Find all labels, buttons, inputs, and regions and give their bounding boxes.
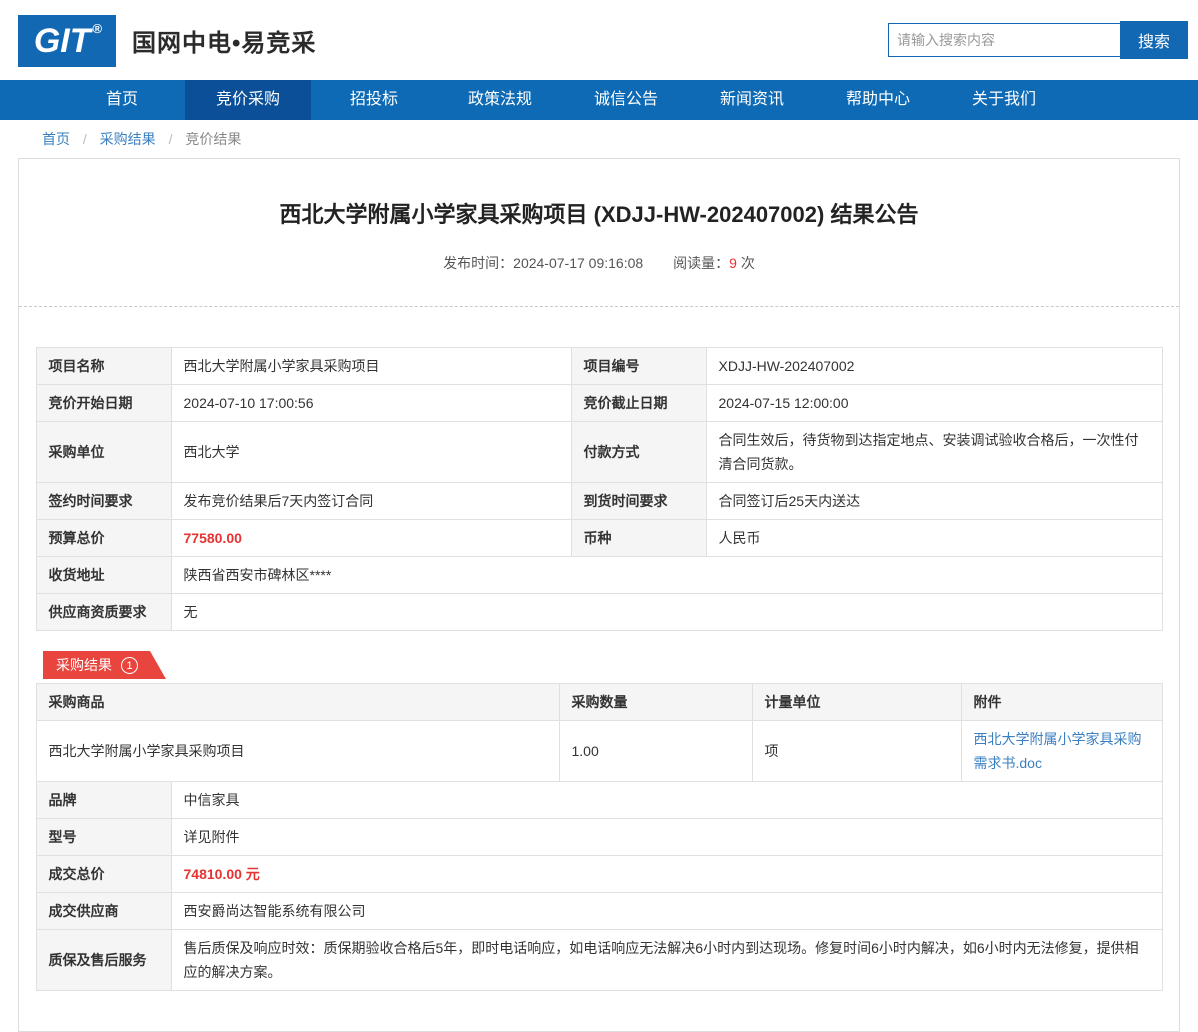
announcement-card: 西北大学附属小学家具采购项目 (XDJJ-HW-202407002) 结果公告 … (18, 158, 1180, 1032)
views-count: 9 (729, 255, 737, 271)
table-row: 竞价开始日期 2024-07-10 17:00:56 竞价截止日期 2024-0… (36, 385, 1162, 422)
nav-item-policies[interactable]: 政策法规 (437, 80, 563, 120)
nav-item-tenders[interactable]: 招投标 (311, 80, 437, 120)
table-row: 签约时间要求 发布竞价结果后7天内签订合同 到货时间要求 合同签订后25天内送达 (36, 483, 1162, 520)
column-header: 采购商品 (36, 684, 559, 721)
field-label: 币种 (571, 520, 706, 557)
product-name: 西北大学附属小学家具采购项目 (36, 721, 559, 782)
breadcrumb-separator: / (83, 131, 87, 147)
nav-item-bidding-purchase[interactable]: 竞价采购 (185, 80, 311, 120)
field-label: 竞价开始日期 (36, 385, 171, 422)
field-value: 西安爵尚达智能系统有限公司 (171, 893, 1162, 930)
ribbon-label: 采购结果 (56, 655, 112, 675)
search-button[interactable]: 搜索 (1120, 21, 1188, 59)
quantity-value: 1.00 (559, 721, 752, 782)
field-value: 发布竞价结果后7天内签订合同 (171, 483, 571, 520)
breadcrumb-separator: / (169, 131, 173, 147)
field-value: 陕西省西安市碑林区**** (171, 557, 1162, 594)
field-value: 2024-07-15 12:00:00 (706, 385, 1162, 422)
deal-total-price: 74810.00 元 (171, 856, 1162, 893)
nav-item-home[interactable]: 首页 (59, 80, 185, 120)
column-header: 计量单位 (752, 684, 961, 721)
column-header: 附件 (961, 684, 1162, 721)
result-detail-table: 品牌 中信家具 型号 详见附件 成交总价 74810.00 元 成交供应商 西安… (36, 781, 1163, 991)
field-label: 成交总价 (36, 856, 171, 893)
field-label: 品牌 (36, 782, 171, 819)
site-name: 国网中电•易竞采 (132, 0, 316, 80)
field-label: 付款方式 (571, 422, 706, 483)
field-value: 合同签订后25天内送达 (706, 483, 1162, 520)
field-value: XDJJ-HW-202407002 (706, 348, 1162, 385)
search-input[interactable] (888, 23, 1120, 57)
publish-time-value: 2024-07-17 09:16:08 (513, 255, 643, 271)
registered-trademark-icon: ® (93, 21, 103, 36)
dashed-divider (19, 306, 1179, 307)
field-value: 中信家具 (171, 782, 1162, 819)
purchase-result-table: 采购商品 采购数量 计量单位 附件 西北大学附属小学家具采购项目 1.00 项 … (36, 683, 1163, 782)
table-row: 西北大学附属小学家具采购项目 1.00 项 西北大学附属小学家具采购需求书.do… (36, 721, 1162, 782)
attachment-link[interactable]: 西北大学附属小学家具采购需求书.doc (974, 731, 1142, 771)
nav-item-integrity-notices[interactable]: 诚信公告 (563, 80, 689, 120)
field-label: 质保及售后服务 (36, 930, 171, 991)
column-header: 采购数量 (559, 684, 752, 721)
table-row: 成交总价 74810.00 元 (36, 856, 1162, 893)
field-label: 项目编号 (571, 348, 706, 385)
table-row: 供应商资质要求 无 (36, 594, 1162, 631)
table-row: 成交供应商 西安爵尚达智能系统有限公司 (36, 893, 1162, 930)
nav-item-about-us[interactable]: 关于我们 (941, 80, 1067, 120)
main-nav: 首页 竞价采购 招投标 政策法规 诚信公告 新闻资讯 帮助中心 关于我们 (0, 80, 1198, 120)
field-label: 到货时间要求 (571, 483, 706, 520)
table-row: 品牌 中信家具 (36, 782, 1162, 819)
announcement-meta: 发布时间：2024-07-17 09:16:08 阅读量：9 次 (19, 253, 1179, 273)
table-row: 采购单位 西北大学 付款方式 合同生效后，待货物到达指定地点、安装调试验收合格后… (36, 422, 1162, 483)
nav-item-help-center[interactable]: 帮助中心 (815, 80, 941, 120)
field-value: 西北大学 (171, 422, 571, 483)
views-unit: 次 (737, 255, 755, 271)
nav-item-news[interactable]: 新闻资讯 (689, 80, 815, 120)
table-row: 收货地址 陕西省西安市碑林区**** (36, 557, 1162, 594)
breadcrumb: 首页 / 采购结果 / 竞价结果 (0, 120, 1198, 158)
search-bar: 搜索 (888, 0, 1188, 80)
table-row: 质保及售后服务 售后质保及响应时效：质保期验收合格后5年，即时电话响应，如电话响… (36, 930, 1162, 991)
attachment-cell: 西北大学附属小学家具采购需求书.doc (961, 721, 1162, 782)
logo-text: GIT (34, 22, 91, 61)
field-label: 成交供应商 (36, 893, 171, 930)
views-label: 阅读量： (673, 255, 729, 271)
breadcrumb-current: 竞价结果 (185, 131, 241, 147)
field-label: 采购单位 (36, 422, 171, 483)
unit-value: 项 (752, 721, 961, 782)
field-value: 无 (171, 594, 1162, 631)
result-count-badge: 1 (121, 657, 138, 674)
breadcrumb-purchase-results[interactable]: 采购结果 (100, 131, 156, 147)
page-title: 西北大学附属小学家具采购项目 (XDJJ-HW-202407002) 结果公告 (43, 197, 1155, 229)
table-row: 项目名称 西北大学附属小学家具采购项目 项目编号 XDJJ-HW-2024070… (36, 348, 1162, 385)
field-label: 项目名称 (36, 348, 171, 385)
site-header: GIT® 国网中电•易竞采 搜索 (0, 0, 1198, 80)
field-label: 收货地址 (36, 557, 171, 594)
field-value: 详见附件 (171, 819, 1162, 856)
field-label: 供应商资质要求 (36, 594, 171, 631)
budget-total-value: 77580.00 (171, 520, 571, 557)
field-value: 人民币 (706, 520, 1162, 557)
field-value: 合同生效后，待货物到达指定地点、安装调试验收合格后，一次性付清合同货款。 (706, 422, 1162, 483)
project-info-table: 项目名称 西北大学附属小学家具采购项目 项目编号 XDJJ-HW-2024070… (36, 347, 1163, 631)
field-value: 售后质保及响应时效：质保期验收合格后5年，即时电话响应，如电话响应无法解决6小时… (171, 930, 1162, 991)
site-logo[interactable]: GIT® (18, 15, 116, 67)
field-label: 签约时间要求 (36, 483, 171, 520)
table-row: 预算总价 77580.00 币种 人民币 (36, 520, 1162, 557)
field-label: 预算总价 (36, 520, 171, 557)
publish-time-label: 发布时间： (443, 255, 513, 271)
purchase-result-ribbon: 采购结果 1 (43, 651, 166, 679)
breadcrumb-home[interactable]: 首页 (42, 131, 70, 147)
field-value: 2024-07-10 17:00:56 (171, 385, 571, 422)
table-header-row: 采购商品 采购数量 计量单位 附件 (36, 684, 1162, 721)
table-row: 型号 详见附件 (36, 819, 1162, 856)
field-value: 西北大学附属小学家具采购项目 (171, 348, 571, 385)
field-label: 竞价截止日期 (571, 385, 706, 422)
field-label: 型号 (36, 819, 171, 856)
